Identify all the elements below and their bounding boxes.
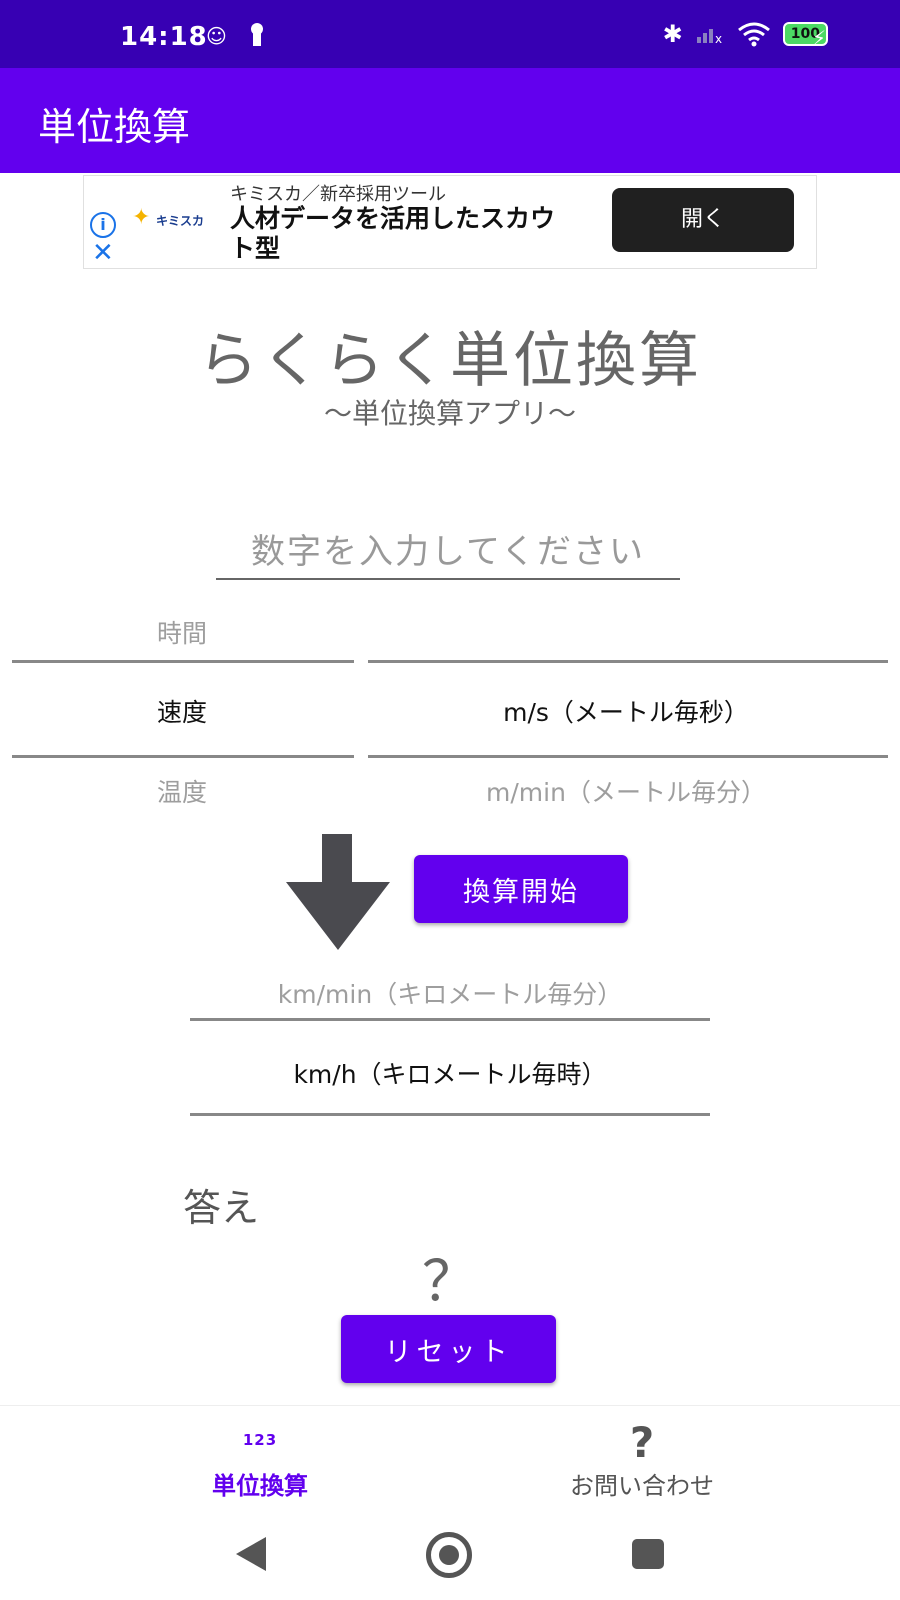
picker-divider (368, 755, 888, 758)
bottom-navigation (0, 1405, 900, 1518)
ad-logo-icon: ✦ (132, 205, 151, 230)
ad-open-button[interactable]: 開く (612, 188, 794, 252)
status-time: 14:18 (120, 22, 208, 52)
keyhole-icon (251, 23, 263, 46)
picker-divider (190, 1113, 710, 1116)
to-unit-option-prev[interactable]: km/min（キロメートル毎分） (190, 975, 710, 1011)
picker-divider (12, 660, 354, 663)
number-input[interactable] (216, 526, 680, 580)
convert-button[interactable]: 換算開始 (414, 855, 628, 923)
down-arrow-icon (286, 834, 390, 950)
charging-icon: ⚡ (811, 26, 826, 50)
home-icon-dot (439, 1545, 459, 1565)
recents-icon[interactable] (632, 1539, 664, 1569)
reset-button[interactable]: リセット (341, 1315, 556, 1383)
notification-icon: ☺ (206, 24, 227, 48)
to-unit-option-selected[interactable]: km/h（キロメートル毎時） (190, 1055, 710, 1091)
ad-headline: 人材データを活用したスカウト型 (230, 204, 556, 263)
category-option-next[interactable]: 温度 (12, 773, 352, 809)
picker-divider (12, 755, 354, 758)
numbers-icon[interactable]: 123 (200, 1431, 320, 1449)
answer-value: ？ (422, 1250, 478, 1315)
wifi-icon (737, 22, 770, 47)
category-option-prev[interactable]: 時間 (12, 614, 352, 650)
answer-label: 答え (183, 1186, 260, 1230)
info-icon[interactable]: i (90, 212, 116, 238)
close-icon[interactable]: ✕ (92, 238, 114, 268)
bluetooth-icon: ✱ (662, 20, 683, 48)
category-option-selected[interactable]: 速度 (12, 693, 352, 729)
ad-logo-text: キミスカ (156, 214, 205, 228)
ad-subtitle: キミスカ／新卒採用ツール (230, 184, 446, 205)
nav-item-convert[interactable]: 単位換算 (180, 1466, 340, 1501)
signal-icon: x (696, 29, 722, 45)
picker-divider (368, 660, 888, 663)
from-unit-option-next[interactable]: m/min（メートル毎分） (366, 773, 886, 809)
back-icon[interactable] (236, 1537, 266, 1571)
page-title: らくらく単位換算 (198, 326, 702, 396)
page-subtitle: 〜単位換算アプリ〜 (323, 397, 576, 430)
app-title: 単位換算 (38, 105, 191, 149)
picker-divider (190, 1018, 710, 1021)
help-icon[interactable]: ? (592, 1418, 692, 1467)
svg-text:x: x (715, 32, 722, 45)
from-unit-option-selected[interactable]: m/s（メートル毎秒） (366, 693, 886, 729)
nav-item-contact[interactable]: お問い合わせ (540, 1466, 744, 1501)
status-icons: ✱ x 100 (663, 18, 828, 50)
